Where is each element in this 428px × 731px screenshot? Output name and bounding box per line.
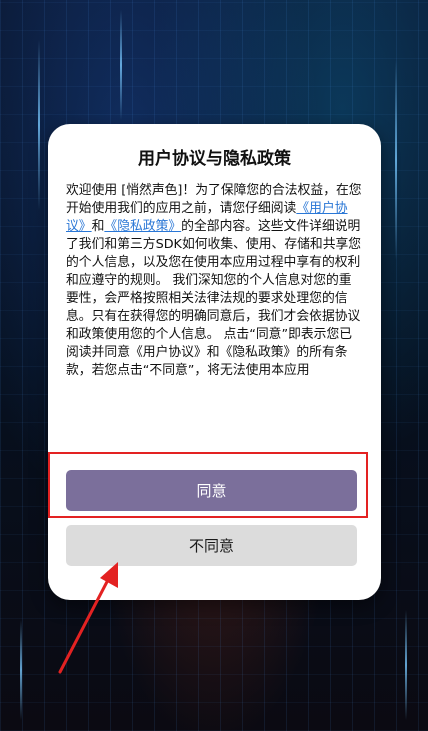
- dialog-body-text: 欢迎使用 [悄然声色]！为了保障您的合法权益，在您开始使用我们的应用之前，请您仔…: [66, 182, 364, 380]
- background-light-streak: [395, 60, 397, 260]
- dialog-title: 用户协议与隐私政策: [138, 149, 291, 169]
- body-rest: 的全部内容。这些文件详细说明了我们和第三方SDK如何收集、使用、存储和共享您的个…: [66, 219, 362, 378]
- body-conjunction: 和: [91, 219, 105, 234]
- background-light-streak: [38, 40, 40, 210]
- background-light-streak: [120, 10, 122, 120]
- privacy-policy-link[interactable]: 《隐私政策》: [104, 219, 181, 234]
- background-light-streak: [405, 610, 407, 720]
- agree-button[interactable]: 同意: [66, 470, 357, 511]
- background-light-streak: [20, 620, 22, 720]
- arrow-up-right-icon: [58, 562, 118, 674]
